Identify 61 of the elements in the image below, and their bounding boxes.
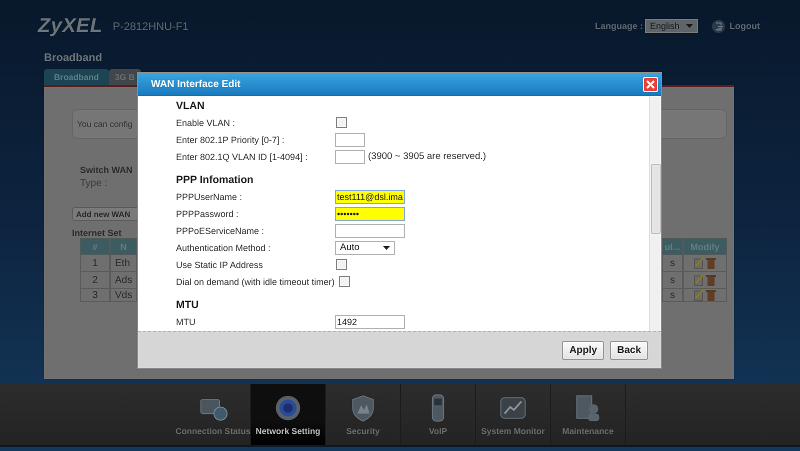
scrollbar[interactable] (649, 96, 661, 331)
gear-icon (273, 393, 303, 423)
trash-icon[interactable] (706, 257, 716, 269)
nav-item[interactable]: Maintenance (551, 384, 626, 445)
text-field[interactable]: 1492 (335, 314, 405, 328)
trash-icon[interactable] (706, 274, 716, 286)
section-heading: PPP Infomation (176, 172, 254, 188)
checkbox[interactable] (336, 259, 347, 270)
field-label: MTU (176, 316, 196, 326)
logout-icon (712, 20, 724, 32)
logout-link[interactable]: Logout (712, 20, 760, 32)
text-field[interactable] (335, 132, 365, 146)
info-message: You can config (72, 109, 137, 139)
field-label: Enable VLAN : (176, 118, 236, 128)
section-heading: VLAN (176, 98, 206, 114)
page-title: Broadband (44, 52, 104, 66)
edit-icon[interactable] (694, 257, 704, 269)
section-heading: Switch WAN (80, 165, 134, 175)
field-label: PPPoEServiceName : (176, 226, 266, 236)
model-name: P-2812HNU-F1 (112, 21, 189, 33)
language-label: Language : (594, 21, 643, 31)
text-field[interactable] (335, 150, 365, 164)
dialog-button[interactable]: Apply (562, 340, 604, 360)
text-field[interactable]: test111@dsl.ima (335, 190, 405, 204)
column-header: # (80, 238, 110, 255)
dialog-title: WAN Interface Edit (151, 79, 240, 90)
edit-icon[interactable] (694, 274, 704, 286)
dropdown[interactable]: Auto (335, 240, 395, 254)
add-wan-button[interactable]: Add new WAN (72, 207, 137, 221)
field-label: Authentication Method : (176, 242, 272, 252)
field-label: Dial on demand (with idle timeout timer) (176, 276, 335, 286)
close-button[interactable] (643, 77, 658, 92)
field-label: Enter 802.1P Priority [0-7] : (176, 134, 286, 144)
checkbox[interactable] (336, 117, 347, 128)
field-label: Enter 802.1Q VLAN ID [1-4094] : (176, 152, 309, 162)
field-label: Use Static IP Address (176, 260, 264, 270)
table-cell: 1 (80, 255, 110, 272)
table-cell: 2 (80, 272, 110, 289)
logo: ZyXEL (38, 14, 103, 38)
nav-item[interactable]: System Monitor (476, 384, 551, 445)
text-field[interactable] (335, 224, 405, 238)
password-field[interactable]: ••••••• (335, 206, 405, 220)
info-message-box (662, 109, 727, 139)
field-label: PPPUserName : (176, 192, 244, 202)
nav-item[interactable]: Network Setting (251, 384, 326, 445)
language-dropdown[interactable]: English (644, 19, 698, 33)
dialog-button[interactable]: Back (610, 340, 648, 360)
nav-item[interactable]: Security (326, 384, 401, 445)
field-label: PPPPassword : (176, 208, 240, 218)
checkbox[interactable] (338, 276, 350, 287)
close-icon (646, 80, 655, 89)
edit-icon[interactable] (694, 289, 704, 301)
caret-icon (686, 24, 692, 28)
nav-item[interactable]: VoIP (401, 384, 476, 445)
section-heading: MTU (176, 298, 200, 312)
caret-icon (383, 246, 390, 250)
tab[interactable]: Broadband (44, 69, 109, 85)
trash-icon[interactable] (706, 289, 716, 301)
field-note: (3900 ~ 3905 are reserved.) (368, 151, 486, 162)
table-cell: 3 (80, 289, 110, 302)
section-heading: Internet Set (72, 228, 123, 238)
